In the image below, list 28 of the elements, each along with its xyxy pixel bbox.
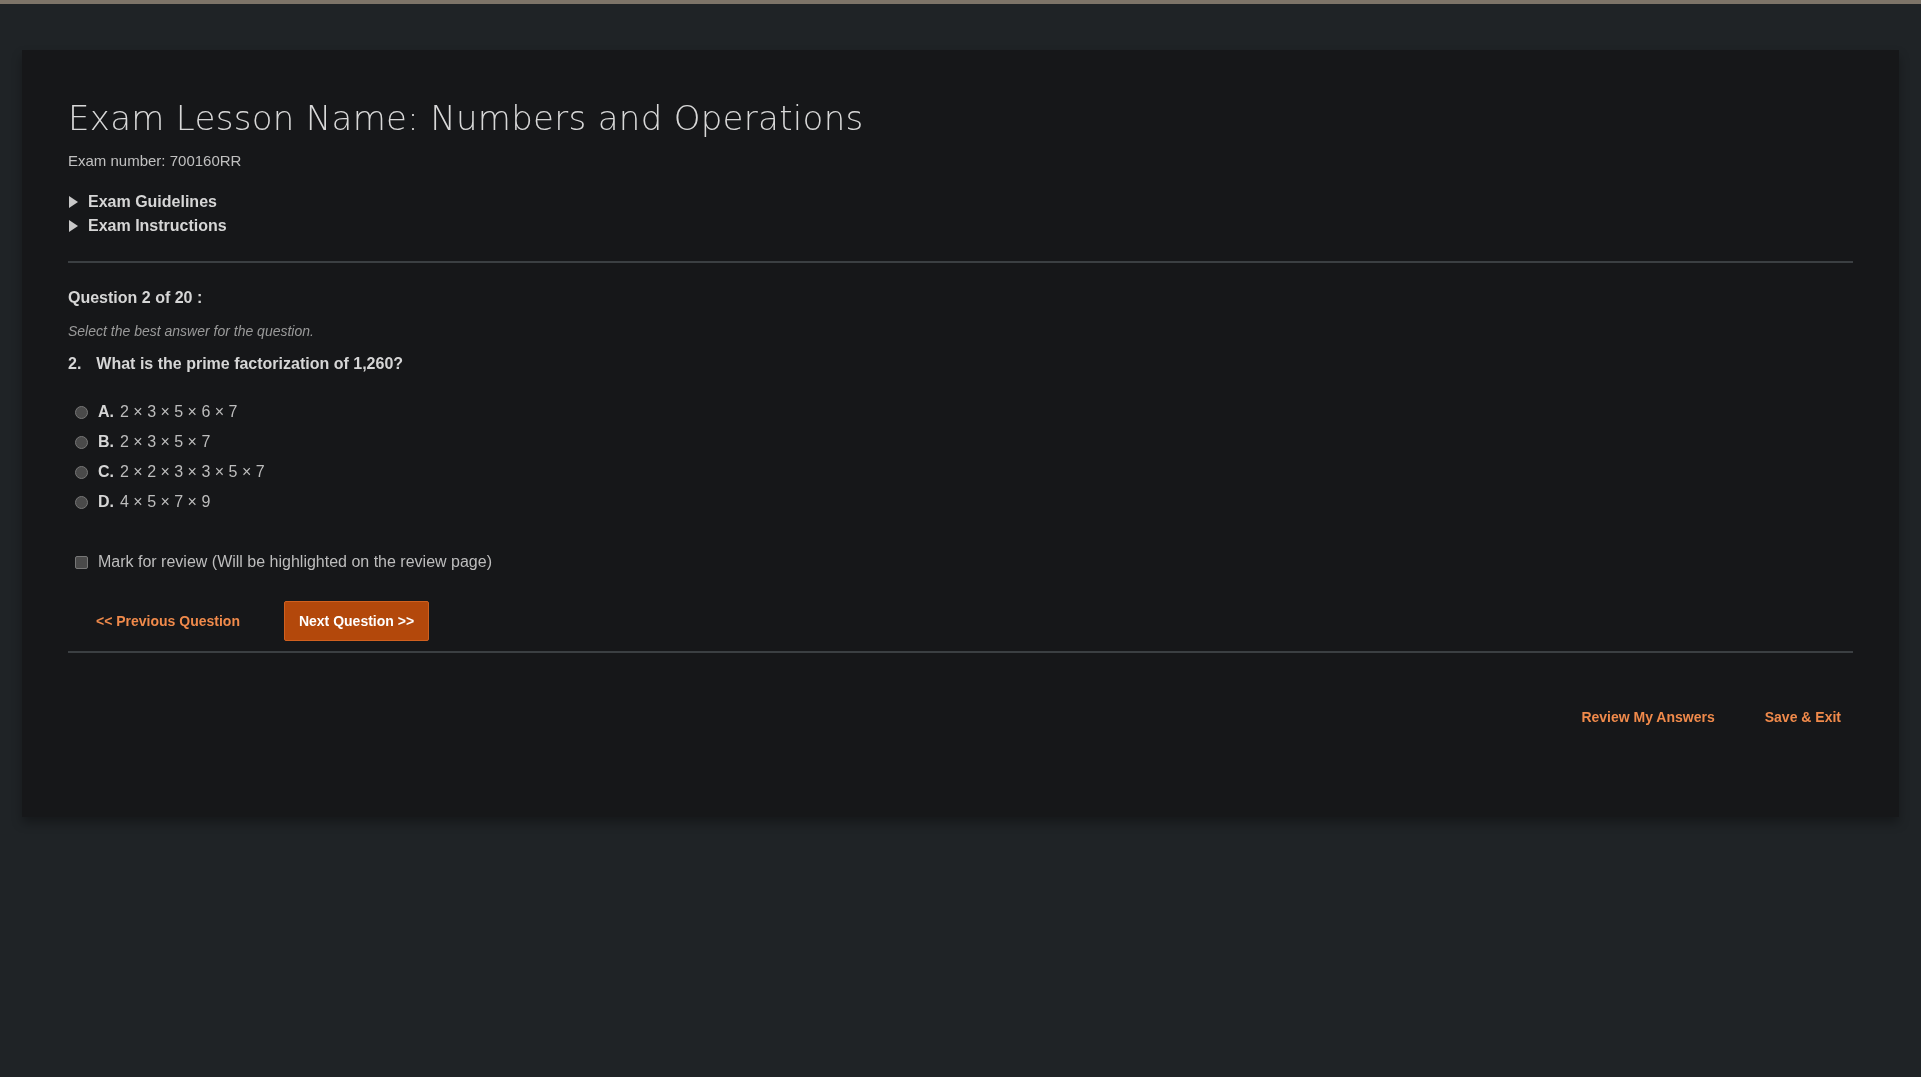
option-letter: A. [98,403,114,421]
previous-question-link[interactable]: << Previous Question [96,613,240,629]
radio-button[interactable] [75,435,88,449]
option-letter: C. [98,463,114,481]
radio-button[interactable] [75,405,88,419]
option-letter: D. [98,493,114,511]
exam-number: Exam number: 700160RR [68,152,243,169]
next-question-button[interactable]: Next Question >> [283,601,430,641]
triangle-icon [68,220,78,232]
disclosure-toggle[interactable]: Exam Guidelines [68,193,217,211]
exam-title: Exam Lesson Name: Numbers and Operations [68,97,865,140]
footer-link[interactable]: Review My Answers [1581,709,1715,725]
checkbox[interactable] [75,555,88,569]
radio-button[interactable] [75,495,88,509]
triangle-icon [68,196,78,208]
option-text: 2 × 3 × 5 × 6 × 7 [120,403,238,421]
question-heading: Question 2 of 20 : [68,289,204,307]
option-letter: B. [98,433,114,451]
question-instruction: Select the best answer for the question. [68,323,315,339]
radio-button[interactable] [75,465,88,479]
option-text: 2 × 3 × 5 × 7 [120,433,211,451]
question-number: 2. [68,355,82,373]
question-text: What is the prime factorization of 1,260? [96,355,404,373]
footer-link[interactable]: Save & Exit [1764,709,1841,725]
checkbox-label: Mark for review (Will be highlighted on the review page) [98,553,492,571]
disclosure-toggle[interactable]: Exam Instructions [68,217,227,235]
option-text: 4 × 5 × 7 × 9 [120,493,211,511]
option-text: 2 × 2 × 3 × 3 × 5 × 7 [120,463,265,481]
